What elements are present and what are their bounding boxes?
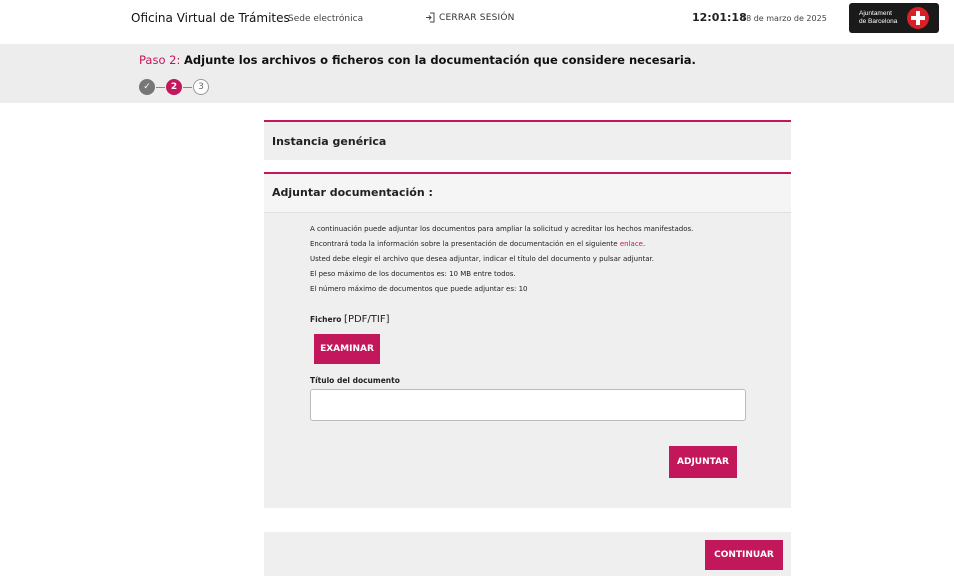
step-3-pending: 3 bbox=[193, 79, 209, 95]
logo-text: Ajuntament de Barcelona bbox=[859, 10, 898, 25]
continuar-button[interactable]: CONTINUAR bbox=[705, 540, 783, 570]
info-line: Usted debe elegir el archivo que desea a… bbox=[310, 255, 655, 263]
adjuntar-button[interactable]: ADJUNTAR bbox=[669, 446, 737, 478]
logo-emblem-icon bbox=[907, 7, 929, 29]
examinar-button[interactable]: EXAMINAR bbox=[314, 334, 380, 364]
step-2-active: 2 bbox=[166, 79, 182, 95]
fichero-label: Fichero [PDF/TIF] bbox=[310, 314, 390, 325]
instancia-title: Instancia genérica bbox=[272, 135, 387, 148]
current-date: 28 de marzo de 2025 bbox=[741, 14, 827, 23]
instructions-text: A continuación puede adjuntar los docume… bbox=[310, 222, 730, 297]
adjuntar-panel: Adjuntar documentación : A continuación … bbox=[264, 172, 791, 508]
step-1-done-icon: ✓ bbox=[139, 79, 155, 95]
sede-electronica-link[interactable]: Sede electrónica bbox=[288, 14, 363, 24]
adjuntar-header: Adjuntar documentación : bbox=[264, 174, 791, 212]
logout-label: CERRAR SESIÓN bbox=[439, 12, 515, 23]
top-header: Oficina Virtual de Trámites Sede electró… bbox=[0, 0, 954, 40]
footer-bar: CONTINUAR bbox=[264, 532, 791, 576]
step-title: Paso 2: Adjunte los archivos o ficheros … bbox=[139, 53, 696, 67]
logout-icon bbox=[426, 12, 435, 23]
step-connector bbox=[183, 86, 192, 88]
info-line: A continuación puede adjuntar los docume… bbox=[310, 225, 694, 233]
stepper: ✓ 2 3 bbox=[139, 79, 209, 95]
info-line-link: Encontrará toda la información sobre la … bbox=[310, 240, 646, 248]
instancia-panel: Instancia genérica bbox=[264, 120, 791, 160]
step-description: Adjunte los archivos o ficheros con la d… bbox=[184, 53, 696, 67]
ajuntament-barcelona-logo[interactable]: Ajuntament de Barcelona bbox=[849, 3, 939, 33]
fichero-formats: [PDF/TIF] bbox=[344, 314, 390, 325]
titulo-documento-input[interactable] bbox=[310, 389, 746, 421]
logout-button[interactable]: CERRAR SESIÓN bbox=[426, 12, 515, 23]
divider bbox=[264, 212, 791, 213]
clock-time: 12:01:18 bbox=[692, 11, 747, 24]
info-line: El número máximo de documentos que puede… bbox=[310, 285, 528, 293]
app-title[interactable]: Oficina Virtual de Trámites bbox=[131, 11, 290, 25]
titulo-label: Título del documento bbox=[310, 376, 400, 385]
adjuntar-title: Adjuntar documentación : bbox=[272, 186, 433, 199]
info-line: El peso máximo de los documentos es: 10 … bbox=[310, 270, 516, 278]
step-connector bbox=[156, 86, 165, 88]
step-number-label: Paso 2: bbox=[139, 53, 181, 67]
enlace-link[interactable]: enlace bbox=[620, 240, 643, 248]
